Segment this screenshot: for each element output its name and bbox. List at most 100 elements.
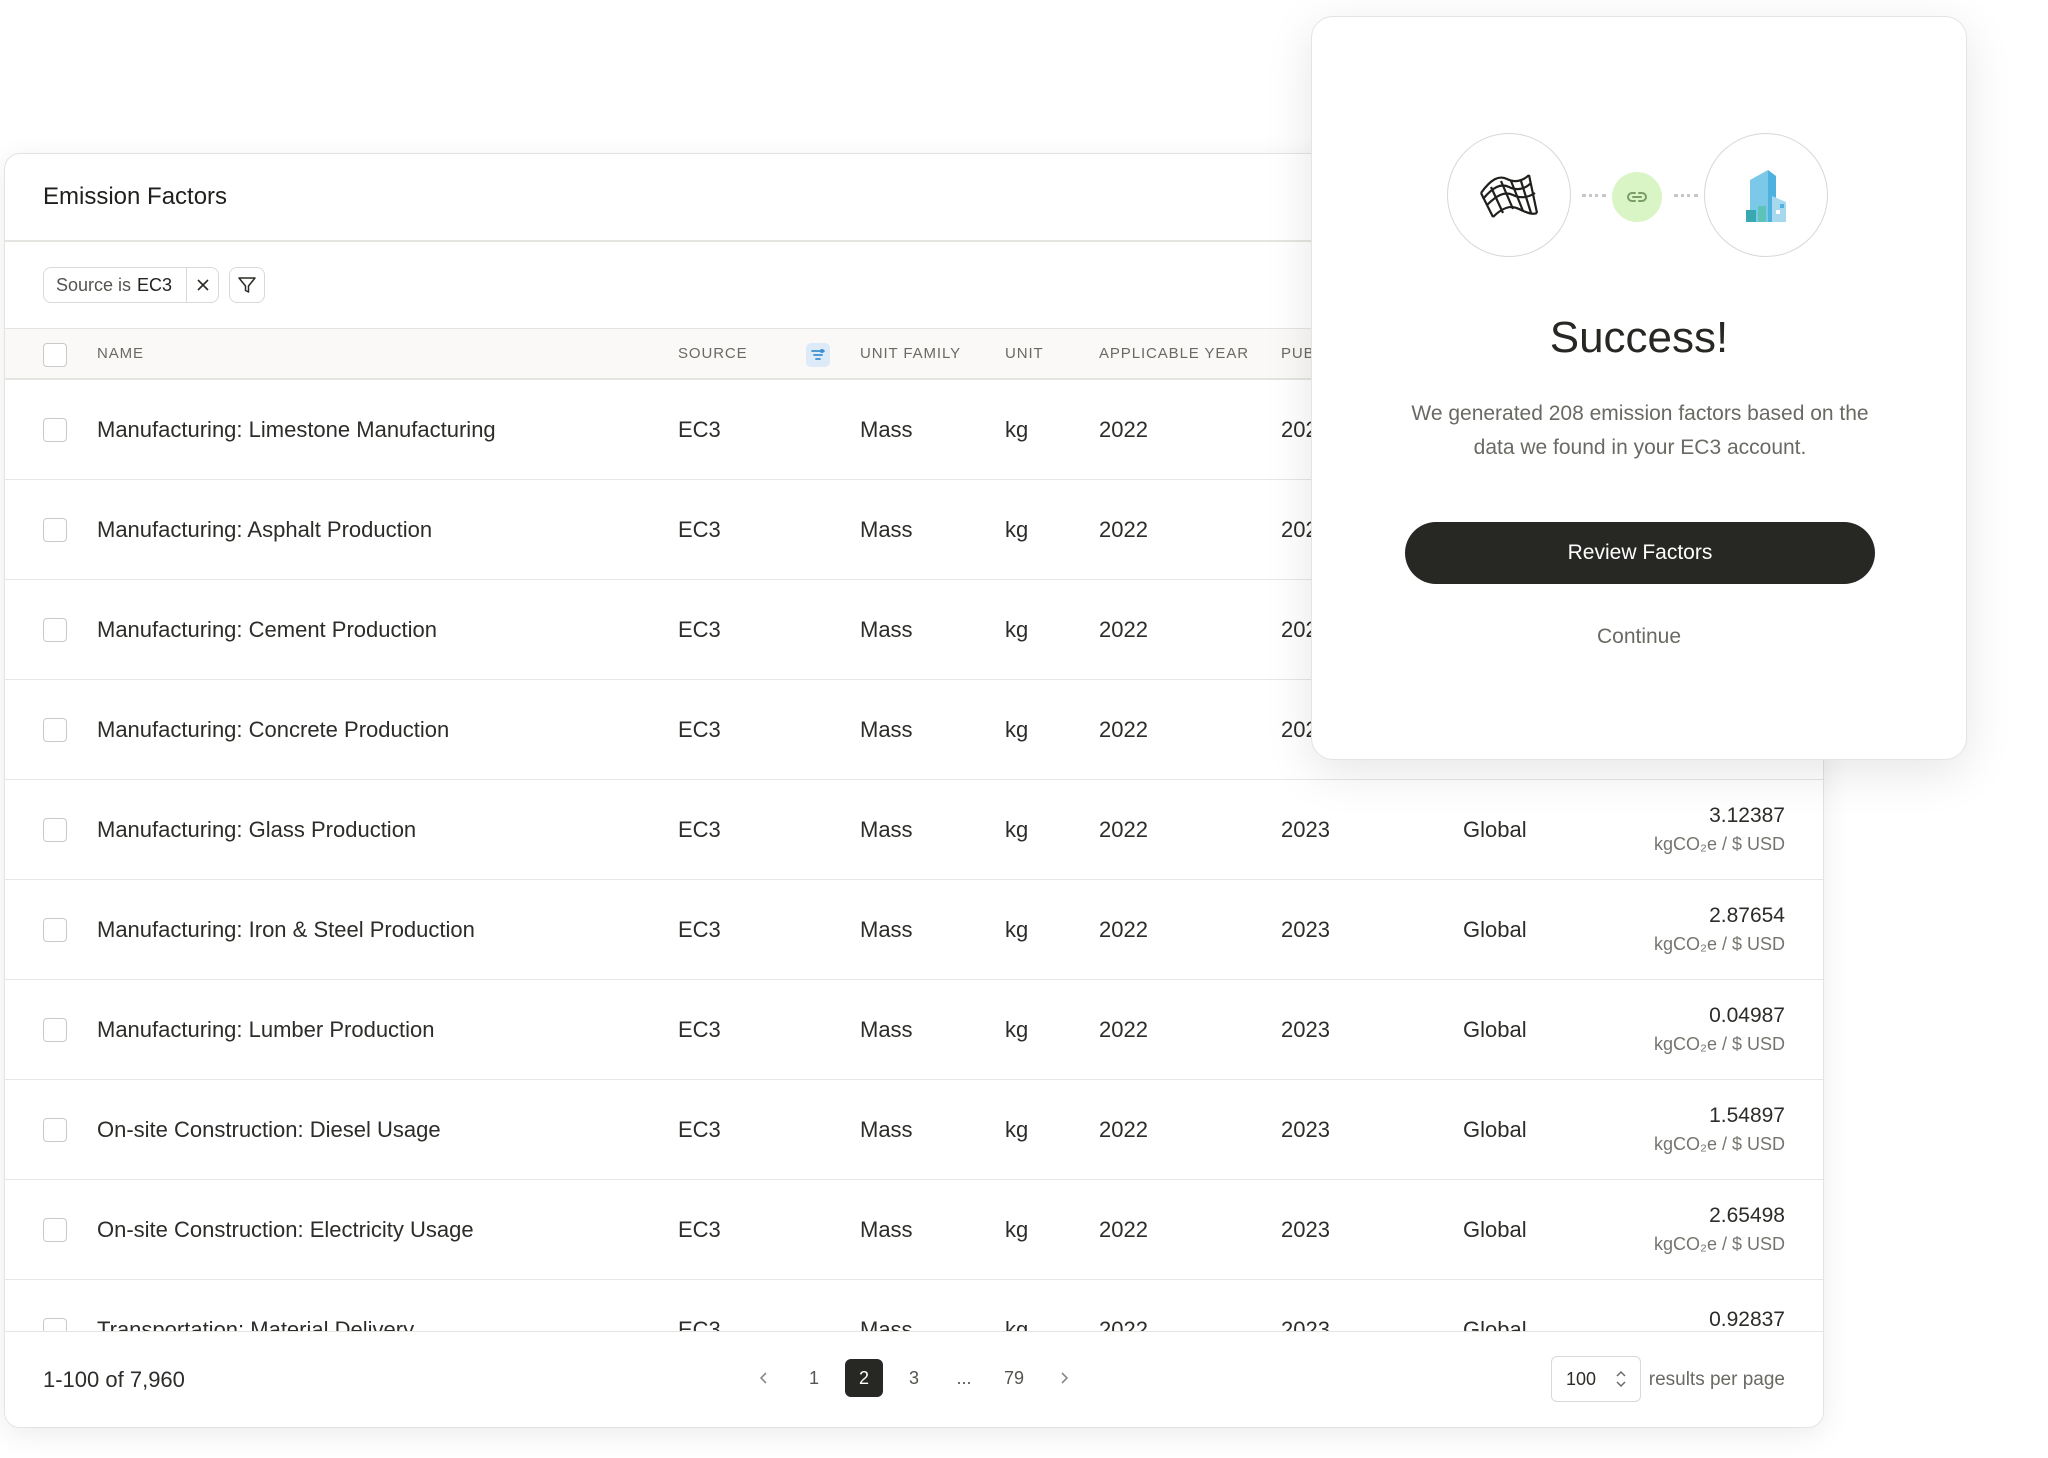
cell-unit-family: Mass — [860, 716, 913, 742]
sort-button[interactable] — [806, 343, 830, 367]
column-header-unit[interactable]: UNIT — [1005, 329, 1044, 378]
factor-value: 2.65498 — [1709, 1204, 1785, 1227]
results-per-page-select[interactable]: 100 — [1551, 1356, 1641, 1402]
cell-name: On-site Construction: Diesel Usage — [97, 1116, 441, 1142]
filter-chip-label: Source is EC3 — [44, 268, 186, 302]
review-factors-button[interactable]: Review Factors — [1405, 522, 1875, 584]
connector-dots-right — [1674, 194, 1698, 198]
cell-name: Manufacturing: Iron & Steel Production — [97, 916, 475, 942]
filter-button[interactable] — [229, 267, 266, 303]
cell-region: Global — [1463, 1016, 1527, 1042]
select-all-checkbox[interactable] — [43, 343, 67, 367]
next-page-button[interactable] — [1045, 1359, 1083, 1397]
row-checkbox[interactable] — [43, 518, 67, 542]
table-row[interactable]: Manufacturing: Iron & Steel Production EC… — [5, 880, 1823, 980]
cell-published: 2023 — [1281, 916, 1330, 942]
cell-published: 2023 — [1281, 1216, 1330, 1242]
cell-factor: 1.54897 kgCO₂e / $ USD — [1654, 1080, 1785, 1179]
source-filter-chip[interactable]: Source is EC3 — [43, 267, 220, 303]
ec3-logo — [1704, 133, 1828, 257]
column-header-source[interactable]: SOURCE — [678, 329, 748, 378]
row-checkbox[interactable] — [43, 618, 67, 642]
row-checkbox[interactable] — [43, 818, 67, 842]
cell-factor: 0.04987 kgCO₂e / $ USD — [1654, 980, 1785, 1079]
cell-unit-family: Mass — [860, 1216, 913, 1242]
chevron-left-icon — [759, 1372, 767, 1384]
link-icon — [1627, 192, 1647, 202]
app-logo — [1447, 133, 1571, 257]
column-header-unit-family[interactable]: UNIT FAMILY — [860, 329, 961, 378]
building-logo-icon — [1746, 170, 1786, 222]
row-checkbox[interactable] — [43, 1218, 67, 1242]
cell-applicable-year: 2022 — [1099, 516, 1148, 542]
results-range: 1-100 of 7,960 — [43, 1366, 185, 1392]
row-checkbox[interactable] — [43, 918, 67, 942]
chevron-right-icon — [1061, 1372, 1069, 1384]
cell-applicable-year: 2022 — [1099, 416, 1148, 442]
cell-applicable-year: 2022 — [1099, 916, 1148, 942]
cell-name: Manufacturing: Concrete Production — [97, 716, 450, 742]
row-checkbox[interactable] — [43, 1118, 67, 1142]
cell-factor: 2.65498 kgCO₂e / $ USD — [1654, 1180, 1785, 1279]
pagination-ellipsis: ... — [956, 1367, 972, 1388]
page-button-1[interactable]: 1 — [795, 1359, 833, 1397]
page-title: Emission Factors — [43, 183, 228, 210]
cell-unit: kg — [1005, 1216, 1029, 1242]
factor-unit: kgCO₂e / $ USD — [1653, 1034, 1785, 1054]
cell-applicable-year: 2022 — [1099, 616, 1148, 642]
cell-applicable-year: 2022 — [1099, 1016, 1148, 1042]
page-button-2[interactable]: 2 — [845, 1359, 883, 1397]
success-modal: Success! We generated 208 emission facto… — [1311, 16, 1967, 760]
cell-applicable-year: 2022 — [1099, 1216, 1148, 1242]
filter-prefix: Source is — [56, 274, 132, 295]
table-row[interactable]: On-site Construction: Electricity Usage E… — [5, 1180, 1823, 1280]
cell-name: Manufacturing: Glass Production — [97, 816, 417, 842]
cell-unit: kg — [1005, 716, 1029, 742]
factor-unit: kgCO₂e / $ USD — [1653, 934, 1785, 954]
page-button-79[interactable]: 79 — [995, 1359, 1033, 1397]
cell-source: EC3 — [678, 716, 721, 742]
row-checkbox[interactable] — [43, 718, 67, 742]
table-footer: 1-100 of 7,960 1 2 3... 79 100 results per … — [5, 1331, 1823, 1427]
cell-name: Manufacturing: Cement Production — [97, 616, 437, 642]
cell-published: 2023 — [1281, 1116, 1330, 1142]
cell-name: On-site Construction: Electricity Usage — [97, 1216, 474, 1242]
wave-flag-logo-icon — [1480, 174, 1539, 218]
cell-unit: kg — [1005, 416, 1029, 442]
cell-source: EC3 — [678, 516, 721, 542]
row-checkbox[interactable] — [43, 1018, 67, 1042]
cell-region: Global — [1463, 816, 1527, 842]
continue-button[interactable]: Continue — [1312, 625, 1966, 649]
page-button-3[interactable]: 3 — [895, 1359, 933, 1397]
cell-unit: kg — [1005, 816, 1029, 842]
cell-source: EC3 — [678, 416, 721, 442]
pagination: 1 2 3... 79 — [745, 1359, 1095, 1397]
cell-unit: kg — [1005, 916, 1029, 942]
cell-unit-family: Mass — [860, 816, 913, 842]
column-header-name[interactable]: NAME — [97, 329, 144, 378]
stepper-icon — [1616, 1370, 1626, 1388]
table-row[interactable]: Manufacturing: Lumber Production EC3 Mass k… — [5, 980, 1823, 1080]
cell-unit: kg — [1005, 616, 1029, 642]
close-icon — [196, 279, 209, 291]
cell-name: Manufacturing: Lumber Production — [97, 1016, 435, 1042]
cell-applicable-year: 2022 — [1099, 716, 1148, 742]
row-checkbox[interactable] — [43, 418, 67, 442]
cell-applicable-year: 2022 — [1099, 1116, 1148, 1142]
factor-unit: kgCO₂e / $ USD — [1653, 1234, 1785, 1254]
factor-value: 2.87654 — [1709, 904, 1785, 927]
connector-dots-left — [1582, 194, 1606, 198]
table-row[interactable]: On-site Construction: Diesel Usage EC3 Mas… — [5, 1080, 1823, 1180]
cell-applicable-year: 2022 — [1099, 816, 1148, 842]
table-row[interactable]: Manufacturing: Glass Production EC3 Mass kg… — [5, 780, 1823, 880]
cell-source: EC3 — [678, 616, 721, 642]
previous-page-button[interactable] — [745, 1359, 783, 1397]
filter-value: EC3 — [137, 274, 173, 295]
column-header-applicable-year[interactable]: APPLICABLE YEAR — [1099, 329, 1249, 378]
filter-icon — [238, 277, 256, 293]
cell-unit: kg — [1005, 1016, 1029, 1042]
factor-value: 0.04987 — [1709, 1004, 1785, 1027]
cell-unit-family: Mass — [860, 916, 913, 942]
cell-unit-family: Mass — [860, 1116, 913, 1142]
remove-filter-button[interactable] — [186, 268, 218, 302]
